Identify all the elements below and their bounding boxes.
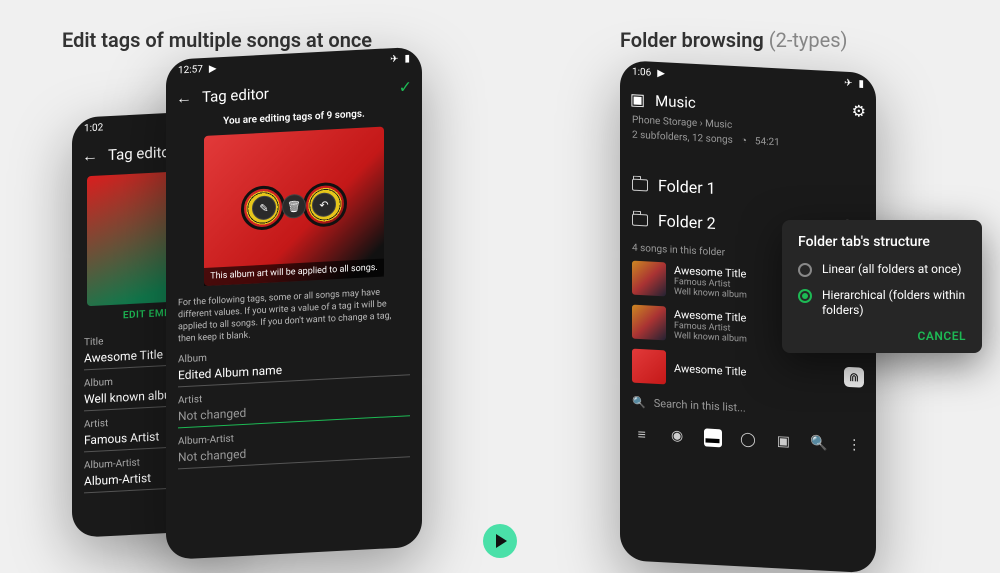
clock-icon: ◔ — [741, 135, 747, 146]
nav-library-icon[interactable]: ▣ — [774, 432, 792, 451]
gear-icon[interactable]: ⚙ — [852, 101, 866, 121]
radio-label: Hierarchical (folders within folders) — [822, 288, 966, 319]
phone-front: 12:57 ▶ ✈ ▮ ← Tag editor ✓ You are editi… — [166, 47, 422, 560]
airplane-icon: ✈ — [390, 54, 398, 65]
back-icon[interactable]: ← — [176, 88, 192, 109]
play-icon: ▶ — [209, 63, 217, 74]
clock: 12:57 — [178, 64, 203, 76]
folder-play-icon: ▣ — [630, 90, 645, 110]
nav-playlist-icon[interactable]: ≡ — [633, 425, 651, 444]
heading-right: Folder browsing (2-types) — [620, 28, 848, 52]
heading-left: Edit tags of multiple songs at once — [62, 28, 372, 52]
song-title: Awesome Title — [674, 361, 836, 382]
edit-icon[interactable]: ✎ — [252, 195, 276, 220]
search-placeholder: Search in this list... — [654, 397, 746, 415]
play-triangle-icon — [496, 534, 507, 548]
airplane-icon: ✈ — [844, 78, 852, 89]
battery-icon: ▮ — [404, 53, 410, 64]
nav-play-icon[interactable]: ◉ — [668, 427, 686, 446]
heading-right-gray: (2-types) — [769, 28, 848, 52]
delete-icon[interactable]: 🗑 — [282, 194, 306, 219]
radio-icon — [798, 289, 812, 303]
clock: 1:06 — [632, 67, 651, 79]
song-thumb — [632, 349, 666, 385]
radio-label: Linear (all folders at once) — [822, 262, 961, 278]
folder-structure-dialog: Folder tab's structure Linear (all folde… — [782, 220, 982, 353]
radio-option-linear[interactable]: Linear (all folders at once) — [798, 262, 966, 278]
radio-option-hierarchical[interactable]: Hierarchical (folders within folders) — [798, 288, 966, 319]
app-logo — [483, 524, 517, 558]
cancel-button[interactable]: CANCEL — [798, 329, 966, 343]
more-icon[interactable]: ⋒ — [844, 367, 864, 388]
folder-icon — [632, 178, 648, 191]
nav-folder-icon[interactable]: ▬ — [704, 428, 722, 447]
radio-icon — [798, 263, 812, 277]
confirm-icon[interactable]: ✓ — [399, 77, 412, 97]
clock: 1:02 — [84, 122, 103, 134]
stats-text: 2 subfolders, 12 songs — [632, 130, 733, 146]
folder-icon — [632, 213, 648, 226]
nav-search-icon[interactable]: 🔍 — [810, 434, 828, 453]
stats-time: 54:21 — [755, 136, 780, 148]
page-title: Music — [655, 91, 842, 119]
undo-icon[interactable]: ↶ — [312, 192, 336, 217]
info-text: For the following tags, some or all song… — [178, 285, 410, 346]
page-title: Tag editor — [202, 78, 389, 106]
nav-more-icon[interactable]: ⋮ — [845, 436, 863, 455]
search-icon: 🔍 — [632, 396, 646, 410]
song-thumb — [632, 261, 666, 297]
folder-name: Folder 1 — [658, 176, 716, 198]
nav-person-icon[interactable]: ◯ — [739, 430, 757, 449]
folder-name: Folder 2 — [658, 211, 716, 233]
play-icon: ▶ — [657, 68, 665, 79]
song-thumb — [632, 305, 666, 341]
heading-right-bold: Folder browsing — [620, 28, 764, 52]
battery-icon: ▮ — [858, 78, 864, 89]
back-icon[interactable]: ← — [82, 146, 98, 167]
dialog-title: Folder tab's structure — [798, 234, 966, 250]
